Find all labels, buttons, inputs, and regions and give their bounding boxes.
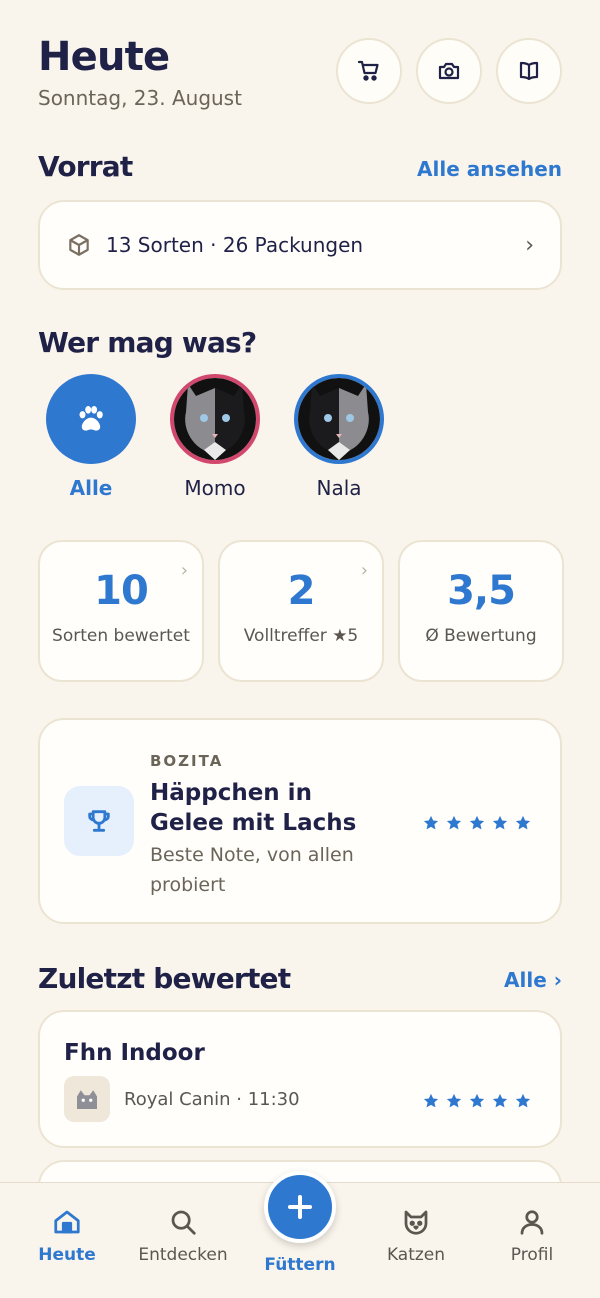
chevron-right-icon: ›: [180, 560, 188, 581]
recent-see-all-link[interactable]: Alle ›: [504, 968, 562, 992]
stat-rated-varieties[interactable]: › 10 Sorten bewertet: [38, 540, 204, 682]
food-meta: Royal Canin · 11:30: [124, 1089, 300, 1110]
page-title: Heute: [38, 34, 170, 80]
header-actions: [336, 38, 562, 104]
food-thumbnail: [64, 1076, 110, 1122]
home-icon: [54, 1210, 80, 1234]
paw-icon: [79, 405, 103, 431]
tab-label: Profil: [510, 1245, 554, 1265]
stock-heading: Vorrat: [38, 150, 133, 183]
cat-filter-nala[interactable]: Nala: [294, 374, 384, 500]
page-header: Heute Sonntag, 23. August: [38, 34, 242, 110]
stats-row: › 10 Sorten bewertet › 2 Volltreffer ★5 …: [38, 540, 564, 682]
cat-name: Nala: [316, 476, 362, 500]
book-icon: [519, 61, 539, 81]
star-icon: [492, 815, 508, 830]
star-icon: [423, 1093, 439, 1108]
plus-icon: [288, 1195, 312, 1219]
tab-label[interactable]: Füttern: [250, 1255, 350, 1275]
best-rated-card[interactable]: BOZITA Häppchen in Gelee mit Lachs Beste…: [38, 718, 562, 924]
stat-top-hits[interactable]: › 2 Volltreffer ★5: [218, 540, 384, 682]
star-icon: [446, 1093, 462, 1108]
stat-value: 2: [287, 568, 316, 614]
tab-label: Heute: [38, 1245, 96, 1265]
star-icon: [423, 815, 439, 830]
cart-icon: [357, 60, 379, 81]
star-icon: [515, 815, 531, 830]
cat-filter-momo[interactable]: Momo: [170, 374, 260, 500]
cat-food-icon: [77, 1090, 97, 1109]
stock-summary-text: 13 Sorten · 26 Packungen: [106, 233, 364, 257]
stat-value: 3,5: [447, 568, 516, 614]
tab-profile[interactable]: Profil: [482, 1207, 582, 1265]
stat-label: Volltreffer ★5: [243, 626, 359, 646]
stock-see-all-link[interactable]: Alle ansehen: [417, 157, 562, 181]
star-icon: [469, 1093, 485, 1108]
cat-filter-all[interactable]: Alle: [46, 374, 136, 500]
recent-rating-card[interactable]: Fhn Indoor Royal Canin · 11:30: [38, 1010, 562, 1148]
cats-heading: Wer mag was?: [38, 326, 257, 359]
chevron-right-icon: ›: [360, 560, 368, 581]
book-button[interactable]: [496, 38, 562, 104]
avatar: [46, 374, 136, 464]
box-icon: [69, 234, 89, 256]
tab-discover[interactable]: Entdecken: [133, 1207, 233, 1265]
stock-summary-card[interactable]: 13 Sorten · 26 Packungen ›: [38, 200, 562, 290]
camera-button[interactable]: [416, 38, 482, 104]
search-icon: [171, 1210, 196, 1235]
star-icon: [469, 815, 485, 830]
chevron-right-icon: ›: [525, 232, 534, 258]
cat-name: Momo: [184, 476, 246, 500]
cat-filter: Alle Momo Nala: [46, 374, 384, 500]
feed-button[interactable]: [264, 1171, 336, 1243]
star-icon: [492, 1093, 508, 1108]
stat-label: Sorten bewertet: [52, 626, 190, 646]
cat-photo: [294, 374, 384, 464]
product-subtitle: Beste Note, von allen probiert: [150, 844, 354, 896]
recent-heading: Zuletzt bewertet: [38, 962, 291, 995]
stat-value: 10: [94, 568, 149, 614]
date-subtitle: Sonntag, 23. August: [38, 86, 242, 110]
rating-stars: [422, 1092, 532, 1110]
stat-average-rating: 3,5 Ø Bewertung: [398, 540, 564, 682]
trophy-badge: [64, 786, 134, 856]
cat-face-image: [298, 378, 380, 460]
stat-label: Ø Bewertung: [425, 626, 537, 646]
camera-icon: [438, 62, 460, 80]
food-title: Fhn Indoor: [64, 1040, 205, 1066]
cat-face-image: [174, 378, 256, 460]
person-icon: [520, 1210, 544, 1235]
star-icon: [446, 815, 462, 830]
tab-label: Entdecken: [138, 1245, 228, 1265]
tab-label: Katzen: [386, 1245, 446, 1265]
product-name: Häppchen in Gelee mit Lachs: [150, 780, 357, 836]
cat-name: Alle: [69, 476, 113, 500]
cat-photo: [170, 374, 260, 464]
tab-cats[interactable]: Katzen: [366, 1207, 466, 1265]
rating-stars: [422, 814, 532, 832]
cat-face-icon: [404, 1210, 428, 1235]
cart-button[interactable]: [336, 38, 402, 104]
brand-label: BOZITA: [150, 752, 224, 770]
tab-home[interactable]: Heute: [17, 1207, 117, 1265]
star-icon: [515, 1093, 531, 1108]
tab-bar: Heute Entdecken Füttern Katzen Profil: [0, 1171, 600, 1298]
trophy-icon: [88, 810, 110, 832]
